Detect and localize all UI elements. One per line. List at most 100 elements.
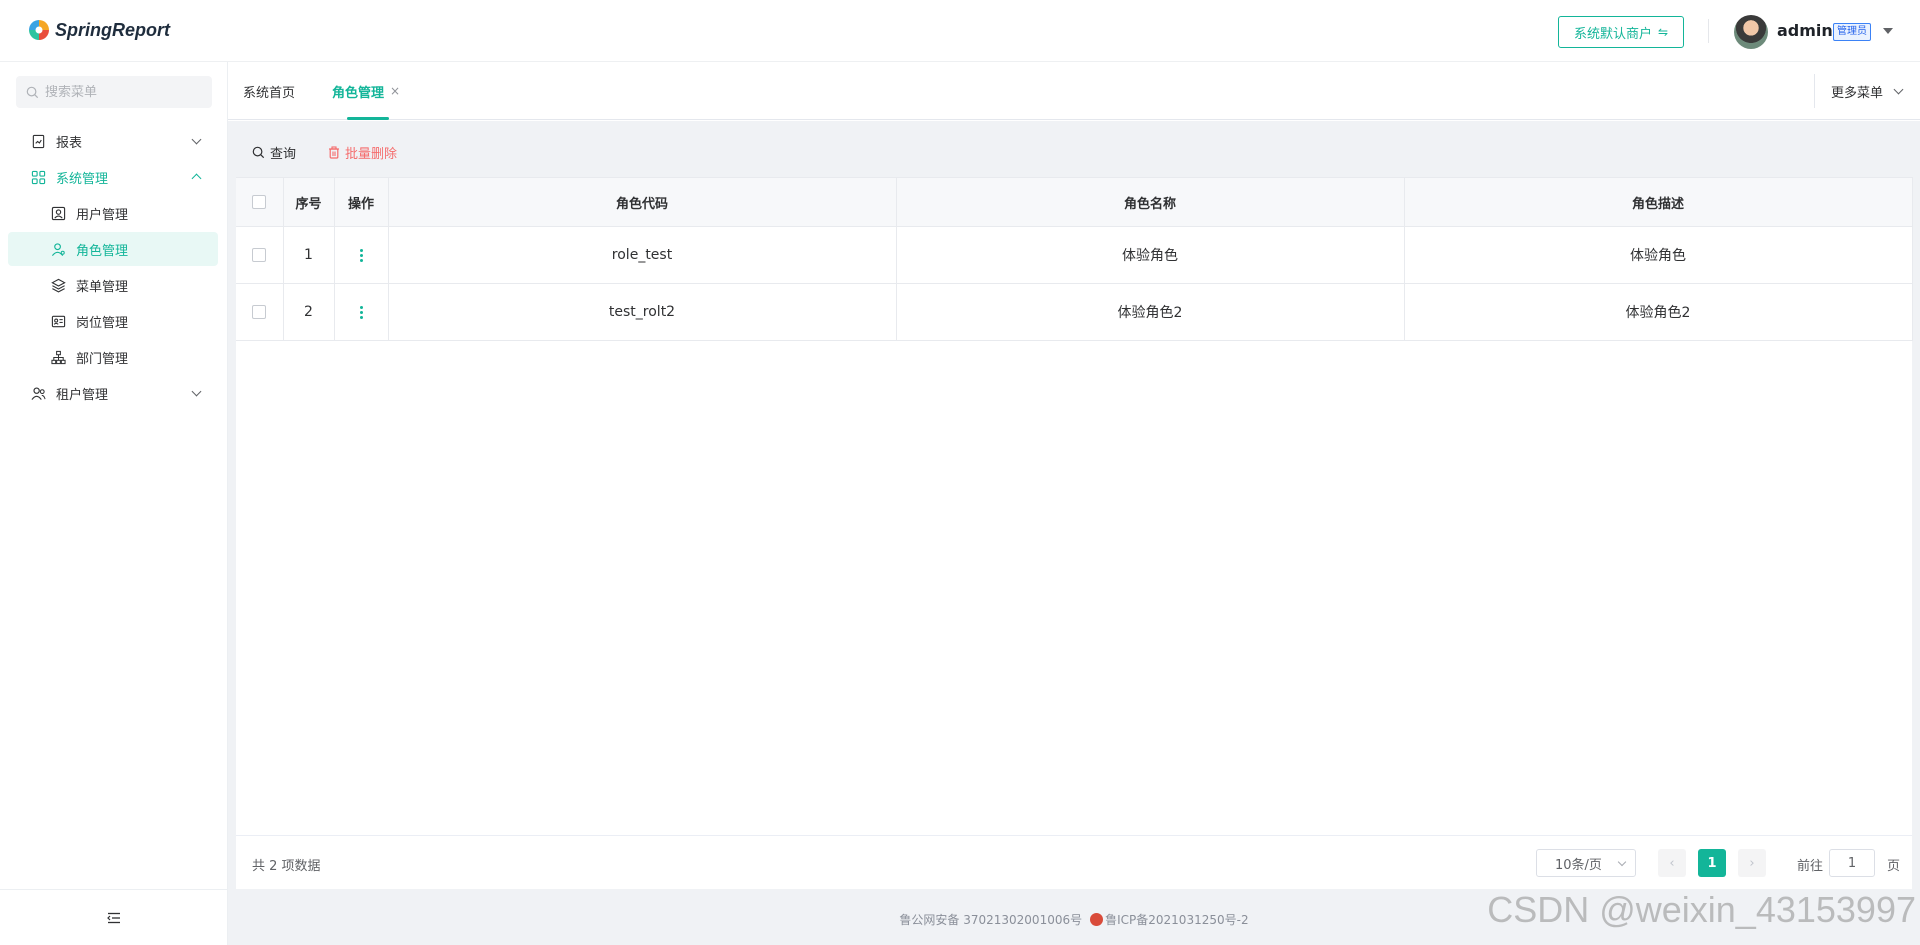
row-select-cell xyxy=(236,283,284,341)
sidebar-item-tenants[interactable]: 租户管理 xyxy=(8,376,218,410)
role-desc-cell: 体验角色 xyxy=(1404,226,1913,284)
chevron-right-icon: › xyxy=(1749,855,1755,871)
icp-record-text: 鲁ICP备2021031250号-2 xyxy=(1105,913,1249,927)
column-header: 序号 xyxy=(282,177,335,227)
query-button[interactable]: 查询 xyxy=(252,143,296,162)
table-panel: 序号 操作 角色代码 角色名称 角色描述 1 role_test 体验角色 体验… xyxy=(236,177,1913,889)
column-header: 操作 xyxy=(333,177,389,227)
grid-icon xyxy=(30,169,46,185)
tenant-switch-button[interactable]: 系统默认商户 ⇋ xyxy=(1558,16,1684,48)
sidebar-item-departments[interactable]: 部门管理 xyxy=(8,340,218,374)
sidebar-item-label: 租户管理 xyxy=(56,387,109,403)
menu-search[interactable] xyxy=(16,76,212,108)
pagination: 共 2 项数据 10条/页 ‹ 1 › 前往 页 xyxy=(236,835,1912,889)
chevron-down-icon xyxy=(191,134,202,145)
role-name-cell: 体验角色 xyxy=(896,226,1405,284)
roles-table: 序号 操作 角色代码 角色名称 角色描述 1 role_test 体验角色 体验… xyxy=(236,177,1913,341)
sidebar-item-label: 角色管理 xyxy=(76,243,129,259)
row-index: 1 xyxy=(283,226,335,284)
sidebar-item-positions[interactable]: 岗位管理 xyxy=(8,304,218,338)
close-icon[interactable]: × xyxy=(390,84,400,98)
tab-home[interactable]: 系统首页 xyxy=(243,62,295,120)
menu-search-input[interactable] xyxy=(45,84,195,100)
role-code-cell: role_test xyxy=(388,226,897,284)
tabs-bar: 系统首页 角色管理 × 更多菜单 xyxy=(228,62,1920,120)
chevron-left-icon: ‹ xyxy=(1669,855,1675,871)
row-checkbox[interactable] xyxy=(252,248,267,262)
sidebar-item-label: 部门管理 xyxy=(76,351,129,367)
sidebar-item-report[interactable]: 报表 xyxy=(8,124,218,158)
role-desc-cell: 体验角色2 xyxy=(1404,283,1913,341)
search-icon xyxy=(26,86,39,98)
role-badge: 管理员 xyxy=(1833,23,1871,41)
main-content: 查询 批量删除 序号 操作 角色代码 角色名称 角色描述 1 role_test… xyxy=(228,121,1920,945)
tab-role-management[interactable]: 角色管理 × xyxy=(332,62,400,120)
sidebar: 报表 系统管理 用户管理 角色管理 菜单管理 岗位管理 xyxy=(0,62,228,945)
page-number-button[interactable]: 1 xyxy=(1698,849,1726,877)
chevron-down-icon xyxy=(1893,84,1904,94)
user-name[interactable]: admin xyxy=(1777,21,1833,40)
sidebar-collapse-bar xyxy=(0,889,228,945)
goto-suffix: 页 xyxy=(1887,859,1901,874)
org-tree-icon xyxy=(50,349,66,365)
next-page-button[interactable]: › xyxy=(1738,849,1766,877)
sidebar-item-label: 系统管理 xyxy=(56,171,109,187)
id-card-icon xyxy=(50,313,66,329)
logo-icon xyxy=(29,20,49,40)
row-actions-cell xyxy=(334,283,389,341)
sidebar-item-system[interactable]: 系统管理 xyxy=(8,160,218,194)
sidebar-item-menus[interactable]: 菜单管理 xyxy=(8,268,218,302)
goto-page-input[interactable] xyxy=(1829,849,1875,877)
tab-label: 系统首页 xyxy=(243,85,296,101)
watermark: CSDN @weixin_43153997 xyxy=(1487,889,1916,930)
toolbar: 查询 批量删除 xyxy=(236,129,1912,175)
app-logo[interactable]: SpringReport xyxy=(28,19,170,41)
batch-delete-button[interactable]: 批量删除 xyxy=(328,143,397,162)
row-index: 2 xyxy=(283,283,335,341)
goto-label: 前往 xyxy=(1797,859,1824,874)
report-icon xyxy=(30,133,46,149)
police-badge-icon xyxy=(1090,913,1104,926)
more-actions-icon[interactable] xyxy=(359,305,363,319)
police-record-link[interactable]: 鲁公网安备 37021302001006号 xyxy=(899,911,1082,928)
sidebar-item-label: 岗位管理 xyxy=(76,315,129,331)
prev-page-button[interactable]: ‹ xyxy=(1658,849,1686,877)
icp-record-link[interactable]: 鲁ICP备2021031250号-2 xyxy=(1090,911,1249,928)
column-header: 角色名称 xyxy=(895,177,1405,227)
sidebar-item-label: 用户管理 xyxy=(76,207,129,223)
table-row: 1 role_test 体验角色 体验角色 xyxy=(236,226,1913,284)
tab-label: 角色管理 xyxy=(332,85,385,101)
page-size-select[interactable]: 10条/页 xyxy=(1536,849,1636,877)
avatar[interactable] xyxy=(1734,15,1768,49)
more-actions-icon[interactable] xyxy=(359,248,363,262)
sidebar-item-label: 菜单管理 xyxy=(76,279,129,295)
user-role-icon xyxy=(50,241,66,257)
sidebar-item-roles[interactable]: 角色管理 xyxy=(8,232,218,266)
header-divider xyxy=(1708,19,1709,43)
sidebar-item-users[interactable]: 用户管理 xyxy=(8,196,218,230)
swap-icon: ⇋ xyxy=(1657,25,1669,39)
chevron-up-icon xyxy=(191,173,202,184)
row-checkbox[interactable] xyxy=(252,305,267,319)
page-size-value: 10条/页 xyxy=(1555,857,1602,873)
role-name-cell: 体验角色2 xyxy=(896,283,1405,341)
tenant-icon xyxy=(30,385,46,401)
chevron-down-icon xyxy=(191,386,202,397)
column-header: 角色描述 xyxy=(1403,177,1913,227)
layers-icon xyxy=(50,277,66,293)
row-actions-cell xyxy=(334,226,389,284)
table-header-row: 序号 操作 角色代码 角色名称 角色描述 xyxy=(236,177,1913,227)
trash-icon xyxy=(329,145,340,159)
active-tab-indicator xyxy=(347,117,389,120)
query-label: 查询 xyxy=(270,146,297,162)
search-icon xyxy=(252,146,265,158)
select-all-header xyxy=(236,177,284,227)
more-menu-label: 更多菜单 xyxy=(1830,85,1883,101)
more-menu-dropdown[interactable]: 更多菜单 xyxy=(1813,74,1920,108)
caret-down-icon[interactable] xyxy=(1883,28,1893,34)
role-code-cell: test_rolt2 xyxy=(388,283,897,341)
select-all-checkbox[interactable] xyxy=(252,195,267,209)
user-card-icon xyxy=(50,205,66,221)
sidebar-item-label: 报表 xyxy=(56,135,83,151)
menu-fold-icon[interactable] xyxy=(107,912,121,924)
